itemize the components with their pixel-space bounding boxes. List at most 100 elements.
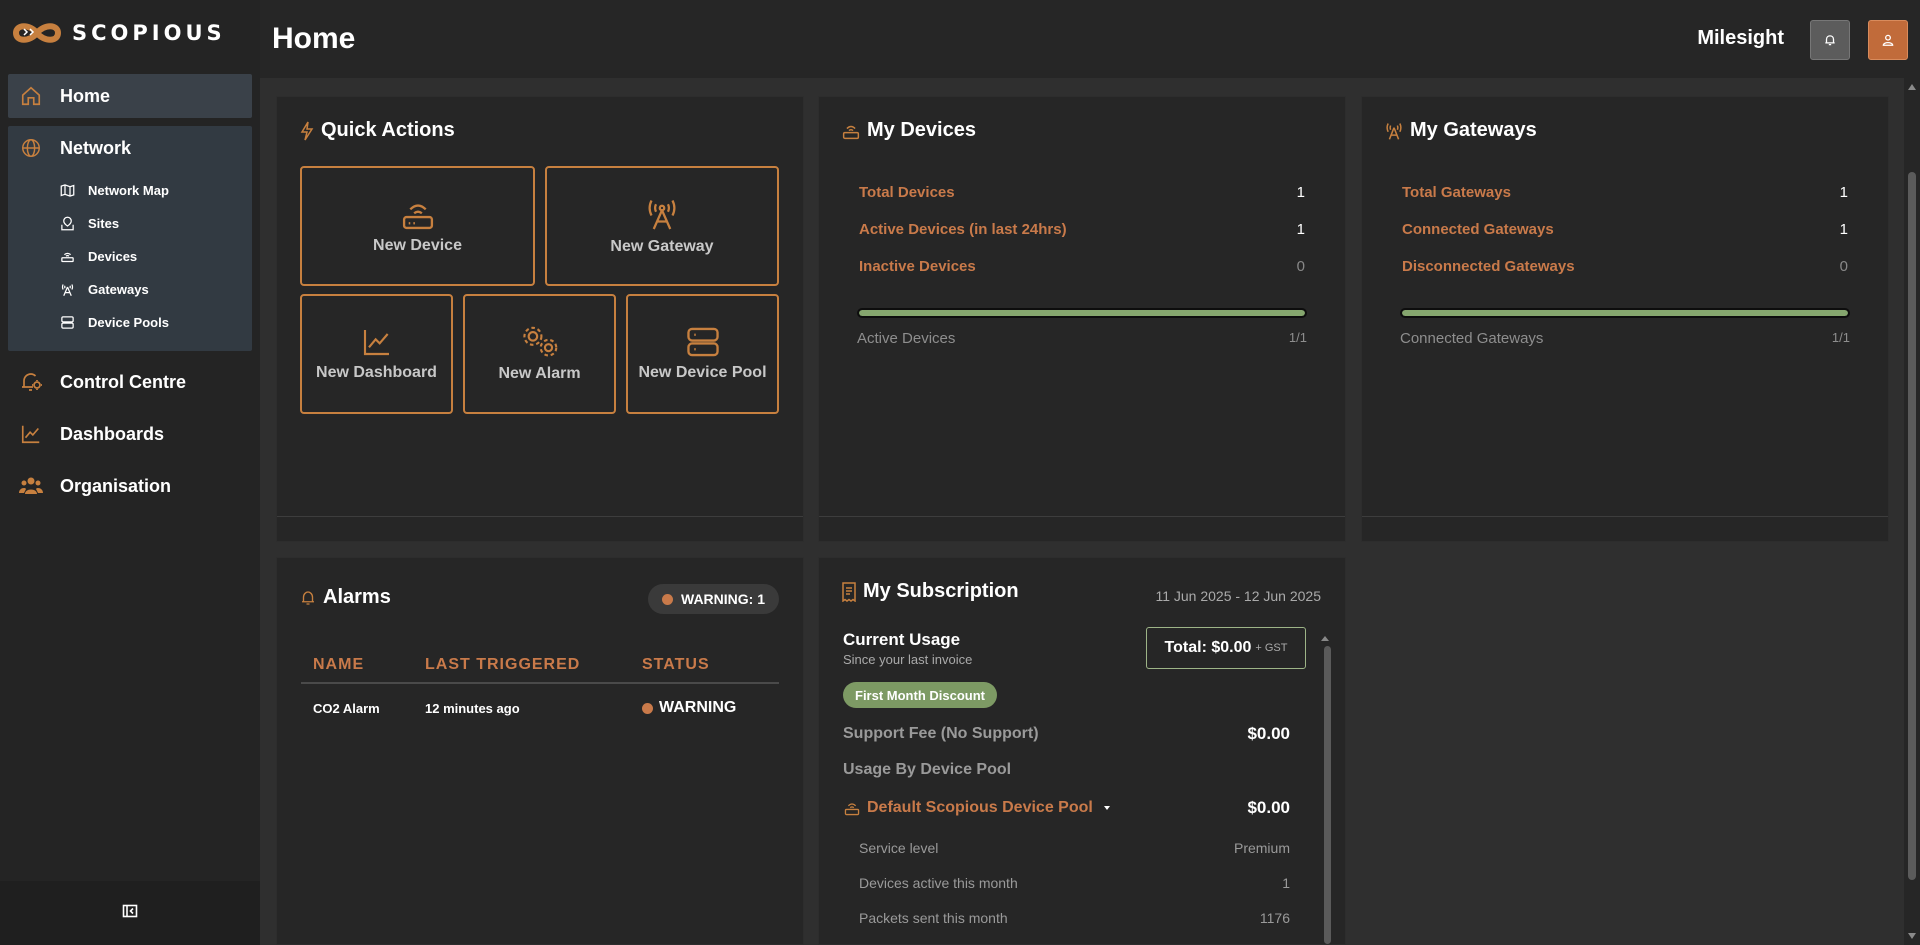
new-dashboard-button[interactable]: New Dashboard xyxy=(300,294,453,414)
stat-label: Total Gateways xyxy=(1402,184,1511,201)
sidebar-group-network: Network Network Map Sites Devices Gatewa… xyxy=(8,126,252,351)
home-icon xyxy=(18,83,44,109)
progress-caption: Active Devices 1/1 xyxy=(857,330,1307,347)
brand-name: SCOPIOUS xyxy=(72,21,226,45)
server-icon xyxy=(58,314,76,332)
location-icon xyxy=(58,215,76,233)
router-icon xyxy=(842,125,860,139)
support-fee-label: Support Fee (No Support) xyxy=(843,725,1039,742)
sidebar-item-control-centre[interactable]: Control Centre xyxy=(8,360,252,404)
sidebar-item-sites[interactable]: Sites xyxy=(8,207,252,240)
quick-actions-title: Quick Actions xyxy=(321,119,455,141)
chart-line-icon xyxy=(363,330,389,356)
antenna-icon xyxy=(648,199,676,230)
stat-active-devices[interactable]: Active Devices (in last 24hrs) 1 xyxy=(859,221,1305,238)
new-gateway-button[interactable]: New Gateway xyxy=(545,166,779,286)
card-footer xyxy=(1362,516,1888,541)
device-pool-name: Default Scopious Device Pool xyxy=(867,799,1093,816)
router-icon xyxy=(844,803,860,816)
stat-connected-gateways[interactable]: Connected Gateways 1 xyxy=(1402,221,1848,238)
subscription-scroll-thumb[interactable] xyxy=(1324,646,1331,944)
sidebar-item-network-map[interactable]: Network Map xyxy=(8,174,252,207)
antenna-icon xyxy=(58,281,76,299)
detail-value: Premium xyxy=(1233,840,1290,856)
discount-badge: First Month Discount xyxy=(843,682,997,708)
card-title: My Subscription xyxy=(841,580,1019,603)
detail-label: Service level xyxy=(859,840,939,856)
stat-value: 1 xyxy=(1296,184,1305,201)
action-label: New Alarm xyxy=(498,365,581,382)
subscription-card: My Subscription 11 Jun 2025 - 12 Jun 202… xyxy=(818,557,1346,945)
bolt-icon xyxy=(300,121,314,140)
sidebar-item-organisation[interactable]: Organisation xyxy=(8,464,252,508)
sidebar-item-devices[interactable]: Devices xyxy=(8,240,252,273)
status-dot xyxy=(662,593,673,605)
billing-period: 11 Jun 2025 - 12 Jun 2025 xyxy=(1155,588,1321,604)
warning-count-badge[interactable]: WARNING: 1 xyxy=(648,584,779,614)
stat-value: 1 xyxy=(1296,221,1305,238)
notifications-button[interactable] xyxy=(1810,20,1850,60)
column-header-name[interactable]: NAME xyxy=(301,656,413,674)
map-icon xyxy=(58,182,76,200)
brand-logo[interactable]: SCOPIOUS xyxy=(12,20,226,46)
gateways-title: My Gateways xyxy=(1410,119,1537,141)
sidebar-item-label: Control Centre xyxy=(60,371,186,392)
my-devices-card: My Devices Total Devices 1 Active Device… xyxy=(818,96,1346,542)
usage-by-pool-label: Usage By Device Pool xyxy=(843,761,1012,778)
detail-row: Service level Premium xyxy=(859,840,1290,856)
page-scrollbar[interactable] xyxy=(1904,78,1920,945)
sidebar-item-label: Network Map xyxy=(88,183,169,198)
sidebar-item-dashboards[interactable]: Dashboards xyxy=(8,412,252,456)
router-icon xyxy=(58,248,76,266)
new-alarm-button[interactable]: New Alarm xyxy=(463,294,616,414)
detail-value: 1 xyxy=(1282,875,1290,891)
sidebar-item-network[interactable]: Network xyxy=(8,126,252,170)
sidebar-footer xyxy=(0,881,260,945)
new-device-pool-button[interactable]: New Device Pool xyxy=(626,294,779,414)
sidebar-item-home[interactable]: Home xyxy=(8,74,252,118)
router-icon xyxy=(402,204,433,230)
sidebar-item-device-pools[interactable]: Device Pools xyxy=(8,306,252,339)
stat-label: Disconnected Gateways xyxy=(1402,258,1575,275)
scroll-down-arrow-icon[interactable] xyxy=(1908,933,1916,939)
detail-row: Packets sent this month 1176 xyxy=(859,910,1290,926)
action-label: New Gateway xyxy=(610,238,714,255)
stat-total-gateways[interactable]: Total Gateways 1 xyxy=(1402,184,1848,201)
page-scroll-thumb[interactable] xyxy=(1908,172,1916,880)
card-title: Quick Actions xyxy=(299,119,455,142)
sidebar-item-label: Device Pools xyxy=(88,315,169,330)
stat-disconnected-gateways[interactable]: Disconnected Gateways 0 xyxy=(1402,258,1848,275)
alarm-status-label: WARNING xyxy=(659,699,737,716)
user-icon xyxy=(1882,34,1894,46)
sidebar-item-label: Dashboards xyxy=(60,423,165,444)
device-pool-toggle[interactable]: Default Scopious Device Pool xyxy=(843,799,1115,817)
logo-icon xyxy=(12,23,62,43)
table-row[interactable]: CO2 Alarm 12 minutes ago WARNING xyxy=(301,693,779,723)
sidebar: SCOPIOUS Home Network Network Map Sites xyxy=(0,0,260,945)
progress-ratio: 1/1 xyxy=(1831,330,1850,345)
stat-value: 0 xyxy=(1839,258,1848,275)
quick-actions-card: Quick Actions New Device New Gateway New… xyxy=(276,96,804,542)
device-pool-row[interactable]: Default Scopious Device Pool $0.00 xyxy=(843,798,1290,818)
sidebar-item-gateways[interactable]: Gateways xyxy=(8,273,252,306)
column-header-last-triggered[interactable]: LAST TRIGGERED xyxy=(413,656,630,674)
globe-icon xyxy=(18,135,44,161)
progress-fill xyxy=(1402,310,1848,316)
sidebar-item-label: Devices xyxy=(88,249,138,264)
new-device-button[interactable]: New Device xyxy=(300,166,535,286)
stat-total-devices[interactable]: Total Devices 1 xyxy=(859,184,1305,201)
organisation-name[interactable]: Milesight xyxy=(1697,27,1784,50)
collapse-sidebar-icon[interactable] xyxy=(122,903,138,924)
scroll-up-arrow-icon[interactable] xyxy=(1321,636,1329,641)
current-usage-subtitle: Since your last invoice xyxy=(843,652,973,667)
card-title: My Gateways xyxy=(1384,119,1537,142)
stat-value: 1 xyxy=(1839,184,1848,201)
stat-inactive-devices[interactable]: Inactive Devices 0 xyxy=(859,258,1305,275)
scroll-up-arrow-icon[interactable] xyxy=(1908,84,1916,90)
alarm-name: CO2 Alarm xyxy=(313,700,380,716)
user-menu-button[interactable] xyxy=(1868,20,1908,60)
progress-caption: Connected Gateways 1/1 xyxy=(1400,330,1850,347)
column-header-status[interactable]: STATUS xyxy=(630,656,779,674)
progress-label: Active Devices xyxy=(857,330,956,347)
alarm-status: WARNING xyxy=(630,699,779,717)
